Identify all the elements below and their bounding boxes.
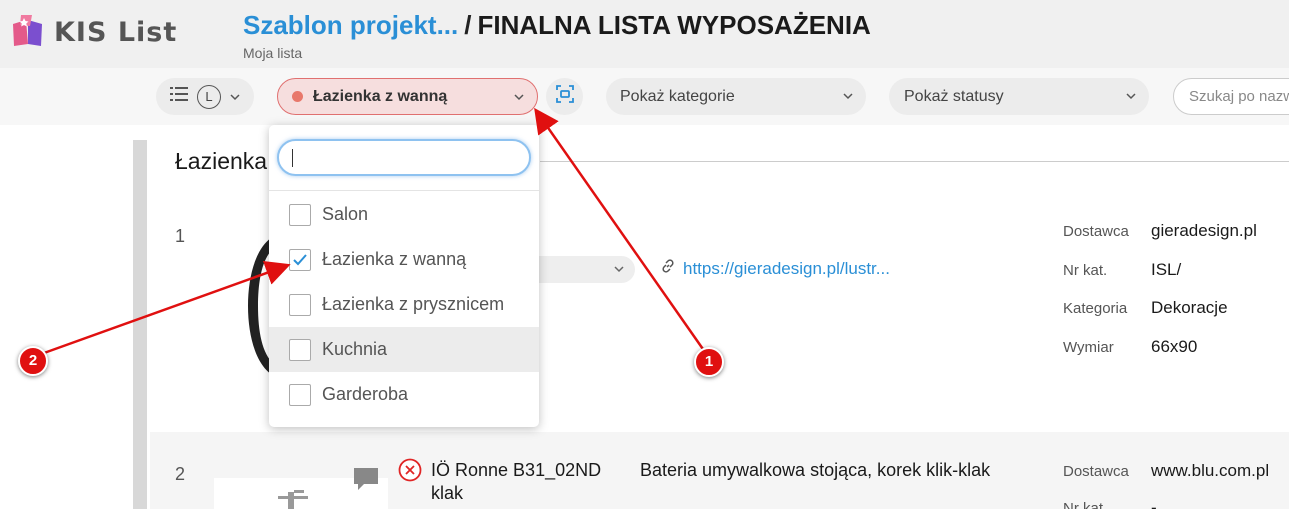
category-filter-label: Pokaż kategorie [620, 87, 735, 105]
scan-button[interactable] [546, 78, 583, 115]
item-number: 2 [175, 464, 186, 484]
room-status-dot [292, 91, 303, 102]
option-label: Łazienka z wanną [322, 249, 467, 269]
prop-value-supplier: gieradesign.pl [1151, 221, 1257, 240]
dropdown-search-input[interactable] [277, 139, 531, 176]
page-title: FINALNA LISTA WYPOSAŻENIA [477, 10, 871, 40]
app-header: KIS List Szablon projekt... / FINALNA LIST… [0, 0, 1289, 68]
checkmark-icon [293, 253, 307, 265]
text-cursor [292, 149, 293, 167]
dropdown-option-garderoba[interactable]: Garderoba [269, 372, 539, 417]
checkbox-checked[interactable] [289, 248, 311, 271]
prop-value-dimension: 66x90 [1151, 337, 1198, 356]
checkbox[interactable] [289, 338, 311, 361]
checkbox[interactable] [289, 383, 311, 406]
option-label: Salon [322, 204, 369, 224]
view-mode-button[interactable]: L [156, 78, 254, 115]
comment-icon[interactable] [352, 466, 380, 497]
dropdown-divider [269, 190, 539, 191]
unavailable-icon[interactable] [398, 458, 422, 487]
scan-icon [555, 84, 575, 109]
section-divider [540, 161, 1289, 162]
annotation-marker-1: 1 [694, 347, 724, 377]
prop-value-category: Dekoracje [1151, 298, 1228, 317]
checkbox[interactable] [289, 203, 311, 226]
view-letter-badge: L [197, 84, 221, 109]
prop-value-supplier: www.blu.com.pl [1151, 461, 1270, 480]
chevron-down-icon [842, 89, 854, 107]
dropdown-option-kuchnia[interactable]: Kuchnia [269, 327, 539, 372]
prop-label-supplier: Dostawca [1063, 463, 1129, 480]
chevron-down-icon [230, 88, 240, 106]
logo-icon [8, 12, 48, 52]
prop-value-catalog: - [1151, 498, 1157, 509]
page-subtitle: Moja lista [243, 45, 303, 61]
status-filter[interactable]: Pokaż statusy [889, 78, 1149, 115]
annotation-arrow-1 [534, 107, 707, 353]
chevron-down-icon [613, 262, 625, 280]
prop-label-catalog: Nr kat. [1063, 262, 1108, 279]
filter-toolbar: L Łazienka z wanną Pokaż kategorie Pokaż… [0, 68, 1289, 125]
prop-label-category: Kategoria [1063, 300, 1128, 317]
list-icon [170, 86, 188, 107]
dropdown-option-lazienka-z-prysznicem[interactable]: Łazienka z prysznicem [269, 282, 539, 327]
room-select-value: Łazienka z wanną [313, 87, 448, 105]
annotation-marker-2: 2 [18, 346, 48, 376]
chevron-down-icon [1125, 89, 1137, 107]
dropdown-option-salon[interactable]: Salon [269, 192, 539, 237]
dropdown-option-lazienka-z-wanna[interactable]: Łazienka z wanną [269, 237, 539, 282]
prop-label-supplier: Dostawca [1063, 223, 1129, 240]
search-input[interactable]: Szukaj po nazwie [1173, 78, 1289, 115]
prop-value-catalog: ISL/ [1151, 260, 1182, 279]
item-link[interactable]: https://gieradesign.pl/lustr... [660, 258, 890, 279]
item-description: Bateria umywalkowa stojąca, korek klik-k… [640, 460, 991, 480]
option-label: Łazienka z prysznicem [322, 294, 505, 314]
item-link-text: https://gieradesign.pl/lustr... [683, 258, 890, 278]
breadcrumb-link[interactable]: Szablon projekt... [243, 10, 458, 40]
checkbox[interactable] [289, 293, 311, 316]
item-status-select[interactable] [538, 256, 635, 283]
chevron-down-icon [513, 90, 525, 108]
prop-label-catalog: Nr kat. [1063, 500, 1108, 509]
status-filter-label: Pokaż statusy [904, 87, 1004, 105]
prop-label-dimension: Wymiar [1063, 339, 1114, 356]
section-indicator-bar [133, 140, 147, 509]
breadcrumb-separator: / [464, 10, 472, 40]
faucet-image [270, 488, 320, 509]
item-number: 1 [175, 226, 186, 246]
link-icon [660, 258, 676, 279]
app-logo[interactable]: KIS List [8, 12, 177, 52]
option-label: Garderoba [322, 384, 409, 404]
room-select[interactable]: Łazienka z wanną [277, 78, 538, 115]
logo-text: KIS List [54, 16, 178, 48]
room-dropdown-menu: Salon Łazienka z wanną Łazienka z pryszn… [269, 125, 539, 427]
category-filter[interactable]: Pokaż kategorie [606, 78, 866, 115]
page-heading: Szablon projekt... / FINALNA LISTA WYPOSAŻ… [243, 10, 871, 61]
option-label: Kuchnia [322, 339, 388, 359]
item-name: IÖ Ronne B31_02ND klak [431, 460, 602, 503]
